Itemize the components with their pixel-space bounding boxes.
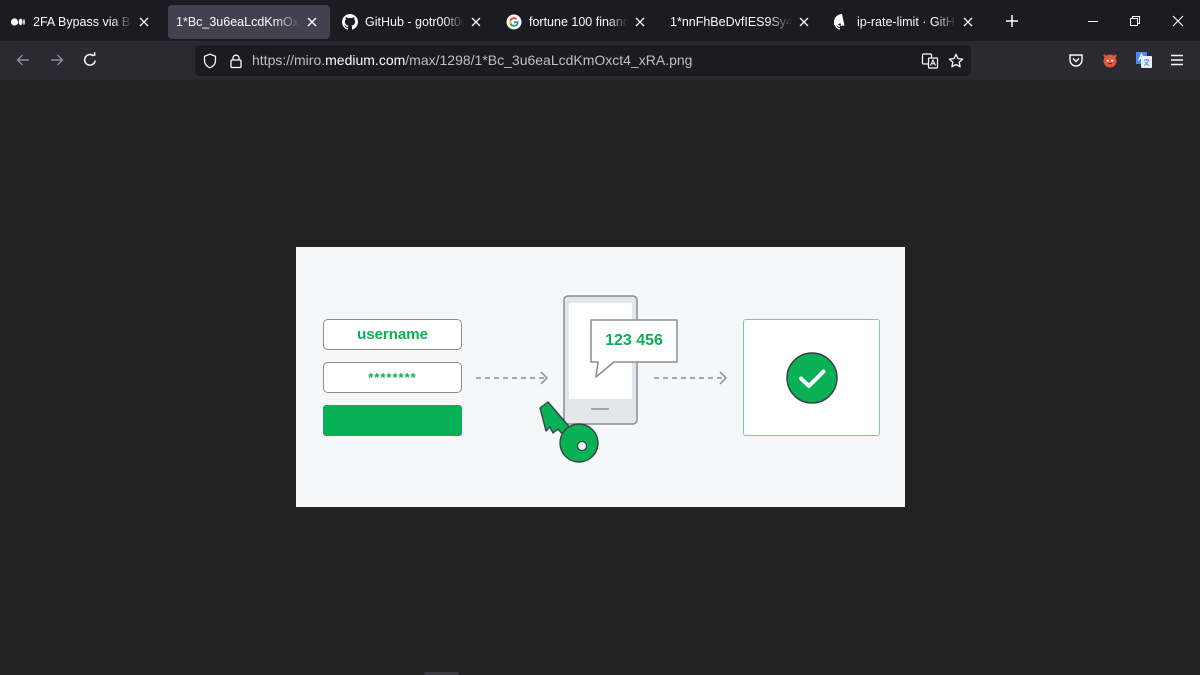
google-icon <box>506 14 522 30</box>
tab-google-search[interactable]: fortune 100 financial in <box>498 5 658 39</box>
navigation-toolbar: https://miro.medium.com/max/1298/1*Bc_3u… <box>0 41 1200 80</box>
arrow-right-icon <box>51 54 64 66</box>
tab-title: fortune 100 financial in <box>529 14 628 29</box>
image-viewer: username ******** 123 456 <box>0 80 1200 675</box>
viewed-image: username ******** 123 456 <box>296 247 905 507</box>
restore-icon <box>1130 15 1140 26</box>
tab-github-gotr00t0day[interactable]: GitHub - gotr00t0day/ <box>334 5 494 39</box>
tab-image-2[interactable]: 1*nnFhBeDvfIES9Sy4VkaHI <box>662 5 822 39</box>
translate-icon[interactable] <box>920 51 940 71</box>
shield-icon[interactable] <box>200 51 220 71</box>
translator-icon <box>1136 52 1152 68</box>
minimize-icon <box>1088 20 1098 22</box>
url-path: /max/1298/1*Bc_3u6eaLcdKmOxct4_xRA.png <box>405 52 693 68</box>
tab-title: 2FA Bypass via Basic Auth <box>33 14 132 29</box>
medium-icon <box>10 14 26 30</box>
close-icon[interactable] <box>136 14 152 30</box>
new-tab-button[interactable] <box>996 5 1028 37</box>
close-icon[interactable] <box>960 14 976 30</box>
otp-code-text: 123 456 <box>605 332 663 349</box>
extension-button[interactable] <box>1095 45 1125 75</box>
close-icon[interactable] <box>632 14 648 30</box>
translator-extension-button[interactable] <box>1129 45 1159 75</box>
forward-button[interactable] <box>42 45 72 75</box>
lock-icon[interactable] <box>226 51 246 71</box>
url-domain: medium.com <box>325 52 406 68</box>
arrow-left-icon <box>16 54 29 66</box>
reload-icon <box>83 52 96 66</box>
url-bar[interactable]: https://miro.medium.com/max/1298/1*Bc_3u… <box>195 45 971 76</box>
close-icon[interactable] <box>796 14 812 30</box>
back-button[interactable] <box>8 45 38 75</box>
tab-title: ip-rate-limit · GitHub T <box>857 14 956 29</box>
plus-icon <box>1006 14 1018 27</box>
tab-title: 1*Bc_3u6eaLcdKmOxct4_xRA.png <box>176 14 300 29</box>
pocket-button[interactable] <box>1061 45 1091 75</box>
tab-github-ip-rate-limit[interactable]: ip-rate-limit · GitHub T <box>826 5 986 39</box>
url-text[interactable]: https://miro.medium.com/max/1298/1*Bc_3u… <box>252 45 692 76</box>
close-window-button[interactable] <box>1157 0 1199 41</box>
tab-title: 1*nnFhBeDvfIES9Sy4VkaHI <box>670 14 792 29</box>
restore-button[interactable] <box>1114 0 1156 41</box>
pocket-icon <box>1069 54 1083 67</box>
github-icon <box>834 13 850 30</box>
close-icon[interactable] <box>468 14 484 30</box>
minimize-button[interactable] <box>1072 0 1114 41</box>
reload-button[interactable] <box>75 45 105 75</box>
tab-strip: 2FA Bypass via Basic Auth 1*Bc_3u6eaLcdK… <box>0 0 1200 41</box>
tab-title: GitHub - gotr00t0day/ <box>365 14 464 29</box>
tab-2fa-bypass[interactable]: 2FA Bypass via Basic Auth <box>2 5 162 39</box>
close-icon[interactable] <box>304 14 320 30</box>
extension-fox-icon <box>1103 54 1117 68</box>
app-menu-button[interactable] <box>1162 45 1192 75</box>
github-icon <box>342 13 358 30</box>
tab-image-active[interactable]: 1*Bc_3u6eaLcdKmOxct4_xRA.png <box>168 4 330 39</box>
hamburger-menu-icon <box>1171 54 1183 66</box>
bookmark-star-icon[interactable] <box>946 51 966 71</box>
url-prefix: https://miro. <box>252 52 326 68</box>
close-icon <box>1172 15 1184 26</box>
check-circle-icon <box>786 352 838 404</box>
illustration-verified-box <box>743 319 880 436</box>
